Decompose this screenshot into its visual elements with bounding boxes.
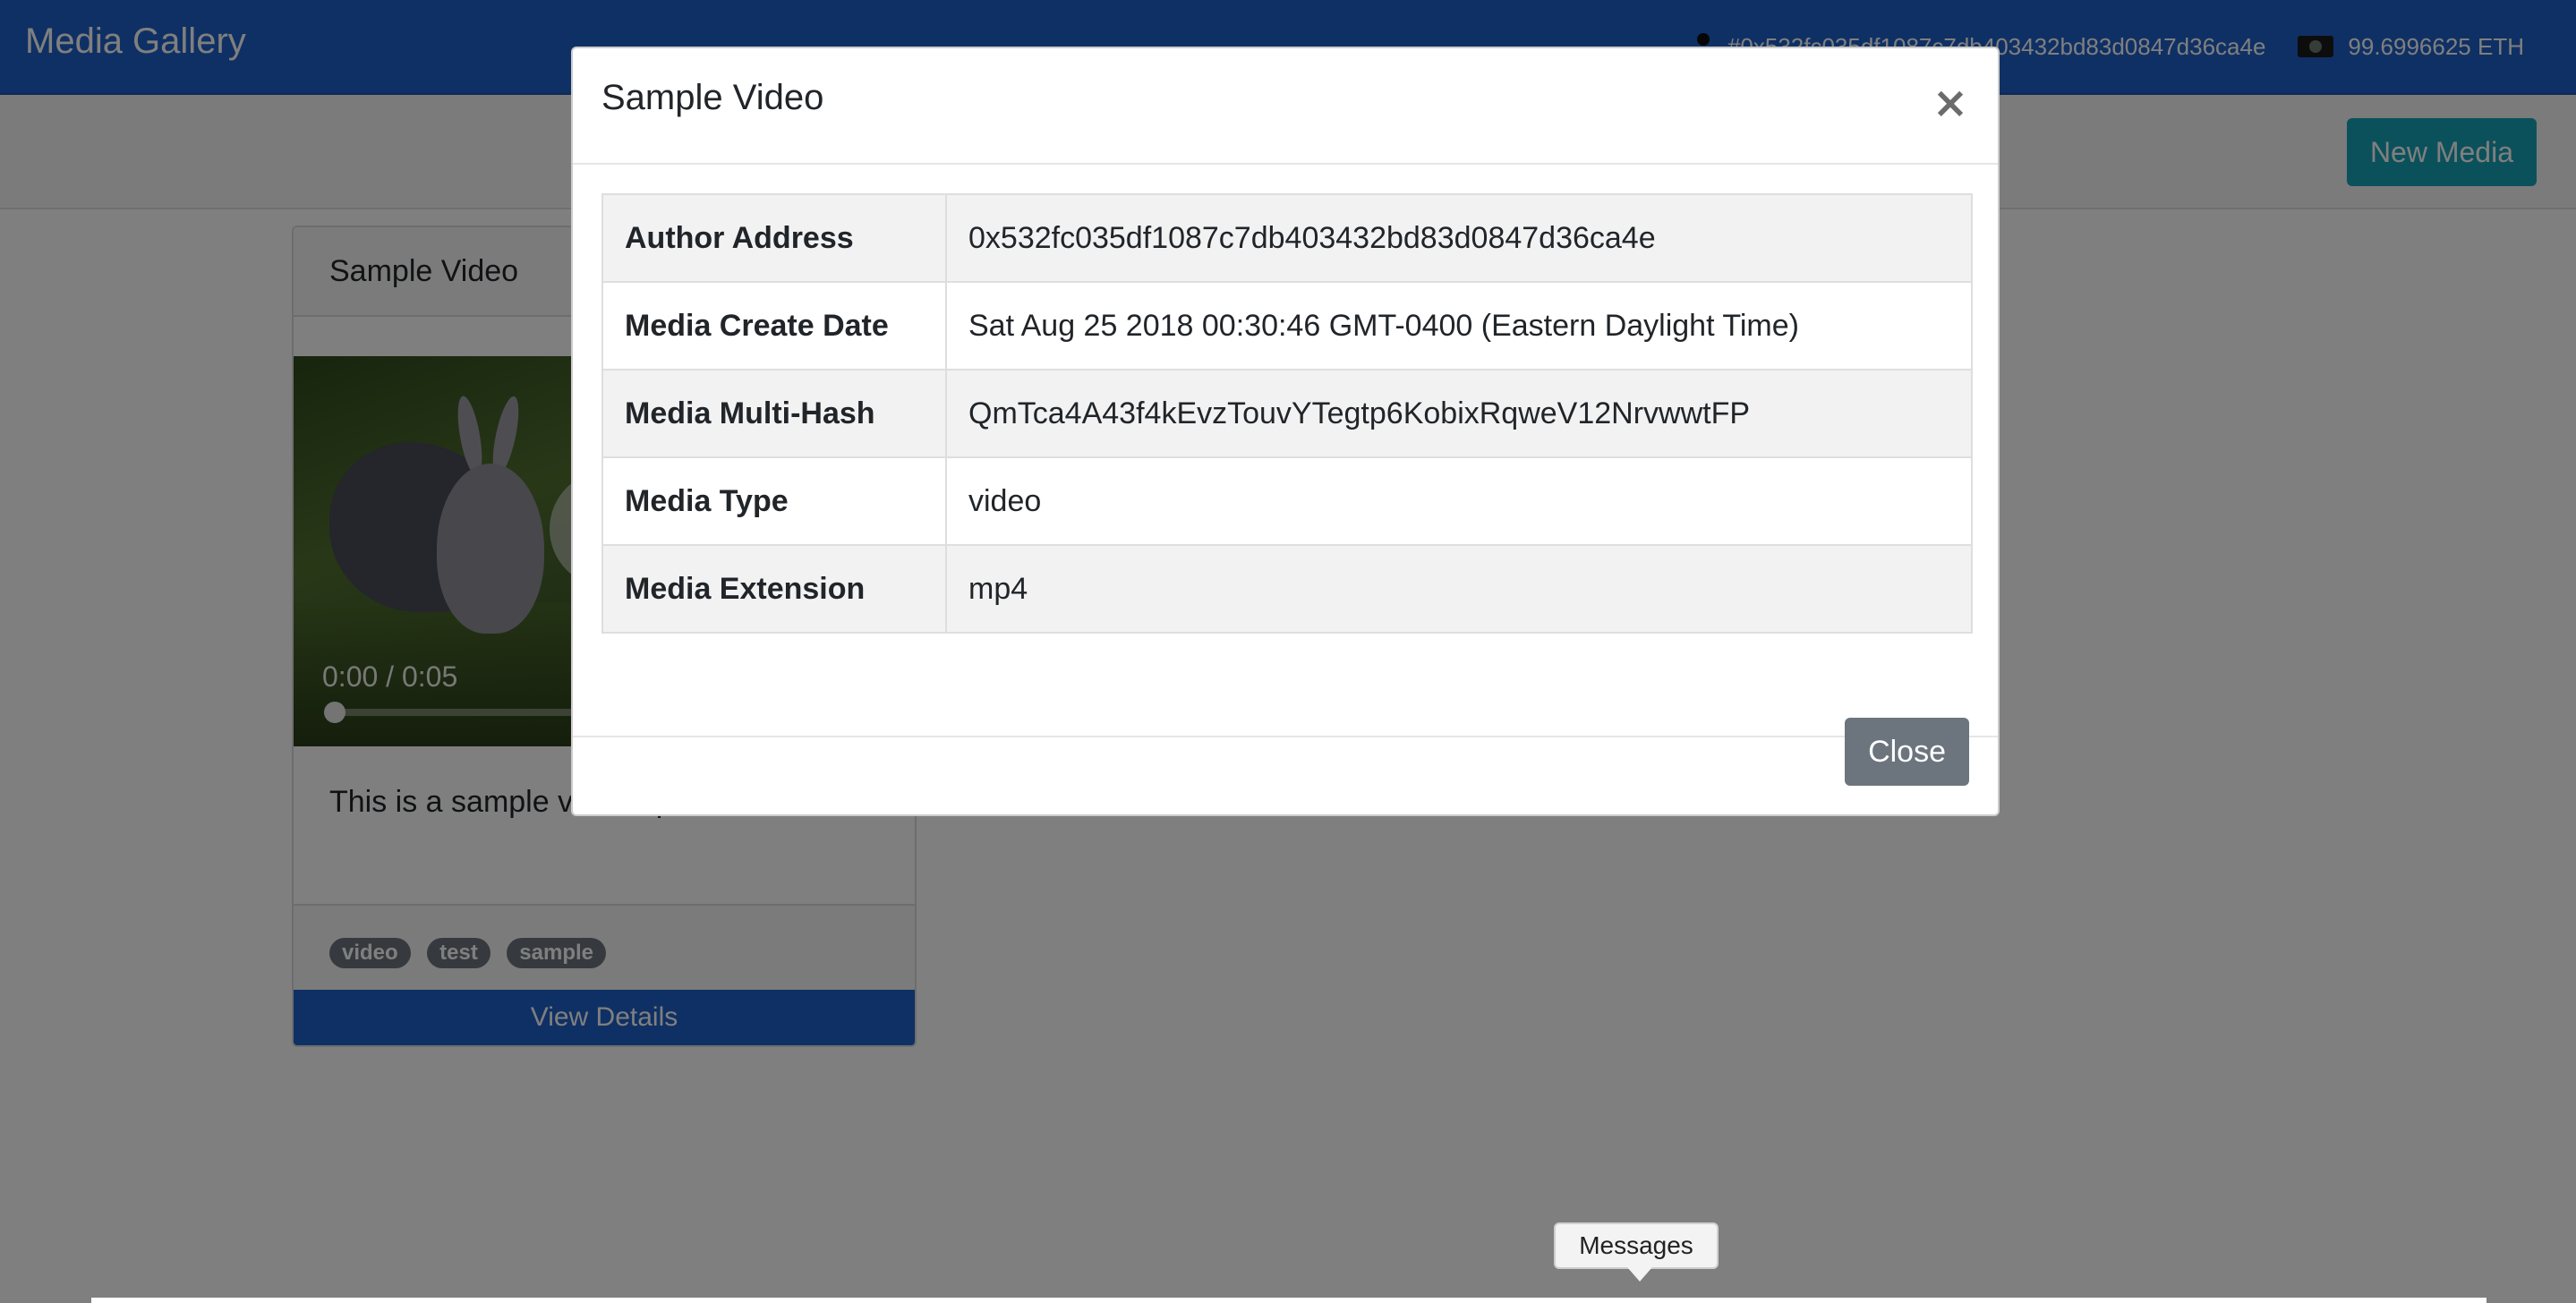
page: Media Gallery #0x532fc035df1087c7db40343… bbox=[0, 0, 2576, 1303]
row-label: Media Create Date bbox=[601, 281, 947, 370]
modal-title: Sample Video bbox=[601, 78, 824, 117]
messages-tooltip[interactable]: Messages bbox=[1554, 1222, 1719, 1282]
row-value: Sat Aug 25 2018 00:30:46 GMT-0400 (Easte… bbox=[945, 281, 1973, 370]
row-label: Media Extension bbox=[601, 544, 947, 634]
bottom-bar bbox=[91, 1298, 2486, 1303]
close-icon[interactable]: × bbox=[1928, 81, 1973, 125]
row-label: Media Multi-Hash bbox=[601, 369, 947, 458]
table-row: Author Address 0x532fc035df1087c7db40343… bbox=[601, 193, 1973, 283]
row-value: 0x532fc035df1087c7db403432bd83d0847d36ca… bbox=[945, 193, 1973, 283]
table-row: Media Extension mp4 bbox=[601, 544, 1973, 634]
details-modal: Sample Video × Author Address 0x532fc035… bbox=[571, 47, 2000, 816]
modal-header: Sample Video × bbox=[573, 48, 1998, 165]
row-label: Media Type bbox=[601, 456, 947, 546]
table-row: Media Type video bbox=[601, 456, 1973, 546]
row-label: Author Address bbox=[601, 193, 947, 283]
row-value: video bbox=[945, 456, 1973, 546]
row-value: mp4 bbox=[945, 544, 1973, 634]
modal-body: Author Address 0x532fc035df1087c7db40343… bbox=[573, 165, 1998, 737]
close-button[interactable]: Close bbox=[1845, 718, 1969, 786]
table-row: Media Create Date Sat Aug 25 2018 00:30:… bbox=[601, 281, 1973, 370]
row-value: QmTca4A43f4kEvzTouvYTegtp6KobixRqweV12Nr… bbox=[945, 369, 1973, 458]
table-row: Media Multi-Hash QmTca4A43f4kEvzTouvYTeg… bbox=[601, 369, 1973, 458]
details-table: Author Address 0x532fc035df1087c7db40343… bbox=[601, 193, 1973, 634]
